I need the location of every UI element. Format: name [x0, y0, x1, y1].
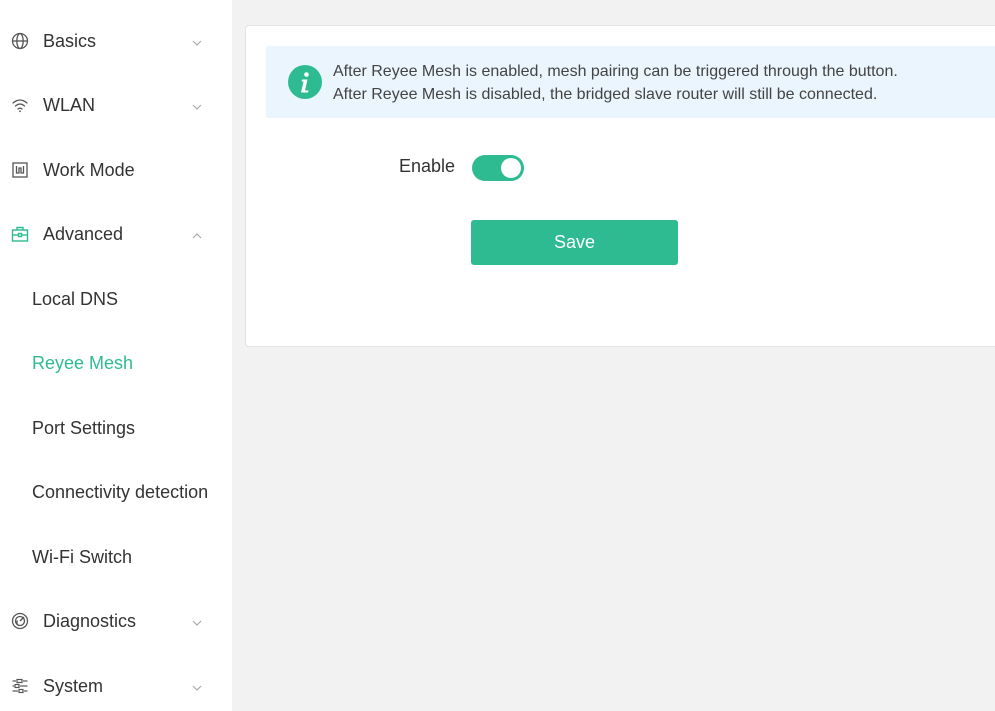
chevron-down-icon	[190, 98, 204, 112]
sidebar-item-label: Reyee Mesh	[32, 352, 134, 373]
sidebar-item-label: Port Settings	[32, 417, 136, 438]
save-button[interactable]: Save	[471, 220, 678, 265]
sidebar-item-label: Connectivity detection	[32, 481, 209, 502]
sidebar-item-connectivity-detection[interactable]: Connectivity detection	[0, 472, 232, 512]
chevron-down-icon	[190, 679, 204, 693]
work-mode-icon	[10, 160, 30, 180]
chevron-up-icon	[190, 227, 204, 241]
sidebar-item-wifi-switch[interactable]: Wi-Fi Switch	[0, 537, 232, 577]
sidebar-item-basics[interactable]: Basics	[0, 21, 232, 61]
enable-toggle[interactable]	[472, 155, 524, 181]
system-icon	[10, 676, 30, 696]
sidebar-item-system[interactable]: System	[0, 666, 232, 706]
sidebar-item-label: System	[43, 675, 104, 696]
chevron-down-icon	[190, 34, 204, 48]
sidebar-item-port-settings[interactable]: Port Settings	[0, 408, 232, 448]
sidebar-item-advanced[interactable]: Advanced	[0, 214, 232, 254]
globe-icon	[10, 31, 30, 51]
sidebar-item-label: WLAN	[43, 94, 96, 115]
sidebar-item-label: Advanced	[43, 223, 124, 244]
toggle-knob	[501, 158, 521, 178]
sidebar-item-label: Basics	[43, 30, 97, 51]
toolbox-icon	[10, 224, 30, 244]
wifi-icon	[10, 95, 30, 115]
sidebar: Basics WLAN Work Mode Advanced Local DNS…	[0, 0, 232, 711]
sidebar-item-label: Diagnostics	[43, 610, 137, 631]
sidebar-item-diagnostics[interactable]: Diagnostics	[0, 601, 232, 641]
sidebar-item-reyee-mesh[interactable]: Reyee Mesh	[0, 343, 232, 383]
sidebar-item-work-mode[interactable]: Work Mode	[0, 150, 232, 190]
diagnostics-icon	[10, 611, 30, 631]
info-icon	[288, 65, 322, 99]
sidebar-item-label: Local DNS	[32, 288, 119, 309]
alert-text-line-2: After Reyee Mesh is disabled, the bridge…	[333, 86, 878, 103]
sidebar-item-label: Work Mode	[43, 159, 135, 180]
enable-label: Enable	[399, 156, 456, 176]
reyee-mesh-card: After Reyee Mesh is enabled, mesh pairin…	[245, 25, 995, 347]
sidebar-item-label: Wi-Fi Switch	[32, 546, 132, 567]
alert-text-line-1: After Reyee Mesh is enabled, mesh pairin…	[333, 63, 898, 80]
sidebar-item-local-dns[interactable]: Local DNS	[0, 279, 232, 319]
info-alert: After Reyee Mesh is enabled, mesh pairin…	[266, 46, 995, 118]
chevron-down-icon	[190, 614, 204, 628]
sidebar-item-wlan[interactable]: WLAN	[0, 85, 232, 125]
